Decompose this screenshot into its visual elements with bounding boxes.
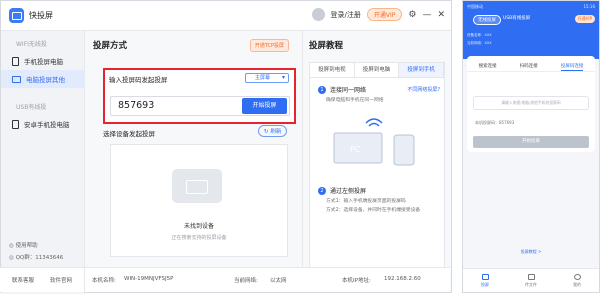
tutorial-title: 投屏教程 — [309, 41, 344, 51]
ip-value: 192.168.2.60 — [384, 276, 421, 282]
status-bar: 联系客服 软件官网 本机名称: WIN-19MNJVFSJ5P 当前网络: 以太… — [0, 267, 450, 293]
machine-name: WIN-19MNJVFSJ5P — [124, 276, 174, 282]
login-link[interactable]: 登录/注册 — [331, 10, 361, 20]
sidebar-item-android-usb[interactable]: 安卓手机投电脑 — [1, 115, 84, 133]
sidebar: WIFI无线投 手机投屏电脑 电脑投屏其他 USB有线投 安卓手机投电脑 ◎ 使… — [1, 31, 85, 294]
phone-nav-me[interactable]: 我的 — [573, 273, 581, 288]
phone-header: 中国移动 15:16 无线投屏 USB有线投屏 开通VIP 设备名称：XXX 当… — [463, 1, 599, 59]
phone-icon — [12, 56, 19, 66]
screen-select[interactable]: 主屏幕 — [245, 73, 289, 83]
sidebar-item-pc-to-other[interactable]: 电脑投屏其他 — [1, 70, 84, 88]
app-name: 快投屏 — [29, 11, 53, 20]
phone-time: 15:16 — [583, 4, 595, 9]
code-cast-panel: 输入投屏码发起投屏 主屏幕 857693 开始投屏 — [103, 68, 296, 124]
svg-text:PC: PC — [350, 145, 361, 154]
phone-tab-wireless[interactable]: 无线投屏 — [473, 15, 501, 25]
ip-label: 本机IP地址: — [342, 278, 371, 284]
sidebar-item-label: 安卓手机投电脑 — [24, 121, 70, 129]
phone-card: 搜索连接 扫码连接 投屏码连接 请输入电视/电脑/其他手机的投屏码 本机投屏码：… — [467, 56, 595, 152]
vip-button[interactable]: 开通VIP — [366, 8, 403, 21]
phone-local-code: 本机投屏码：857693 — [475, 120, 515, 125]
contact-service-link[interactable]: 联系客服 — [12, 276, 34, 284]
user-avatar-icon[interactable] — [311, 8, 325, 21]
step-number: 1 — [318, 85, 326, 94]
network-illustration: PC — [333, 118, 415, 166]
tutorial-panel: 投屏教程 投屏到电视 投屏到电脑 投屏到手机 1 连接同一网络 确保电脑和手机在… — [302, 30, 450, 288]
open-tcp-button[interactable]: 开通TCP投屏 — [249, 39, 289, 52]
minimize-icon[interactable]: — — [422, 10, 431, 20]
official-site-link[interactable]: 软件官网 — [50, 276, 72, 284]
phone-carrier: 中国移动 — [467, 4, 483, 9]
step2-line1: 方式1：输入手机端投屏页面的投屏码 — [326, 199, 406, 204]
step-title: 连接同一网络 — [330, 87, 367, 94]
phone-nav-cast[interactable]: 投屏 — [481, 273, 489, 288]
app-logo-icon — [9, 8, 24, 23]
step-1: 1 连接同一网络 — [318, 85, 366, 94]
step-hint: 确保电脑和手机在同一网络 — [326, 98, 384, 103]
user-icon — [573, 273, 581, 280]
sidebar-item-label: 手机投屏电脑 — [24, 58, 63, 66]
settings-icon[interactable]: ⚙ — [408, 10, 416, 20]
monitor-icon — [12, 75, 21, 83]
tab-to-pc[interactable]: 投屏到电脑 — [355, 63, 400, 77]
code-section-label: 输入投屏码发起投屏 — [109, 76, 168, 84]
network-label: 当前网络: — [234, 278, 258, 284]
phone-vip-button[interactable]: 开通VIP — [574, 15, 595, 23]
android-icon — [12, 119, 19, 129]
sidebar-item-label: 电脑投屏其他 — [26, 76, 65, 84]
phone-tab-usb[interactable]: USB有线投屏 — [503, 15, 530, 21]
sidebar-section-usb: USB有线投 — [16, 104, 47, 111]
step-number: 2 — [318, 186, 326, 195]
step2-line2: 方式2：选择设备，并同时在手机端接受设备 — [326, 208, 421, 213]
phone-bottom-nav: 投屏 传文件 我的 — [463, 268, 599, 292]
monitor-icon — [172, 169, 222, 203]
start-cast-button[interactable]: 开始投屏 — [242, 98, 287, 114]
qq-group: ◎ QQ群：11343646 — [9, 255, 64, 261]
phone-tab-scan[interactable]: 扫码连接 — [520, 63, 538, 71]
machine-label: 本机名称: — [92, 278, 116, 284]
network-value: 以太网 — [270, 278, 287, 284]
refresh-button[interactable]: ↻ 刷新 — [258, 125, 288, 137]
phone-nav-files[interactable]: 传文件 — [525, 273, 537, 288]
no-device-text: 未找到设备 — [183, 223, 214, 230]
phone-tab-search[interactable]: 搜索连接 — [479, 63, 497, 71]
different-network-link[interactable]: 不同网络投屏? — [407, 86, 440, 93]
sidebar-section-wifi: WIFI无线投 — [16, 41, 47, 48]
phone-device-name: 设备名称：XXX — [467, 33, 492, 37]
phone-code-input[interactable]: 请输入电视/电脑/其他手机的投屏码 — [473, 96, 589, 110]
step-title: 通过左侧投屏 — [330, 188, 367, 195]
tutorial-box: 投屏到电视 投屏到电脑 投屏到手机 1 连接同一网络 确保电脑和手机在同一网络 … — [309, 62, 445, 288]
help-link[interactable]: ◎ 使用帮助 — [9, 240, 63, 252]
tab-to-tv[interactable]: 投屏到电视 — [310, 63, 355, 77]
phone-tutorial-link[interactable]: 投屏教程 > — [463, 249, 599, 255]
device-section-label: 选择设备发起投屏 — [103, 130, 155, 138]
device-list: 未找到设备 正在搜索支持的投屏设备 — [110, 144, 288, 257]
no-device-hint: 正在搜索支持的投屏设备 — [171, 235, 227, 241]
close-icon[interactable]: ✕ — [437, 10, 445, 20]
phone-start-button[interactable]: 开始投屏 — [473, 136, 589, 148]
title-bar: 快投屏 登录/注册 开通VIP ⚙ — ✕ — [1, 1, 451, 31]
phone-network: 当前网络：XXX — [467, 41, 492, 45]
sidebar-item-phone-to-pc[interactable]: 手机投屏电脑 — [1, 52, 84, 70]
phone-screen: 中国移动 15:16 无线投屏 USB有线投屏 开通VIP 设备名称：XXX 当… — [462, 0, 600, 293]
cast-icon — [481, 273, 489, 280]
step-2: 2 通过左侧投屏 — [318, 186, 366, 195]
tab-to-phone[interactable]: 投屏到手机 — [399, 63, 445, 77]
phone-tab-code[interactable]: 投屏码连接 — [560, 63, 584, 71]
folder-icon — [527, 273, 535, 280]
